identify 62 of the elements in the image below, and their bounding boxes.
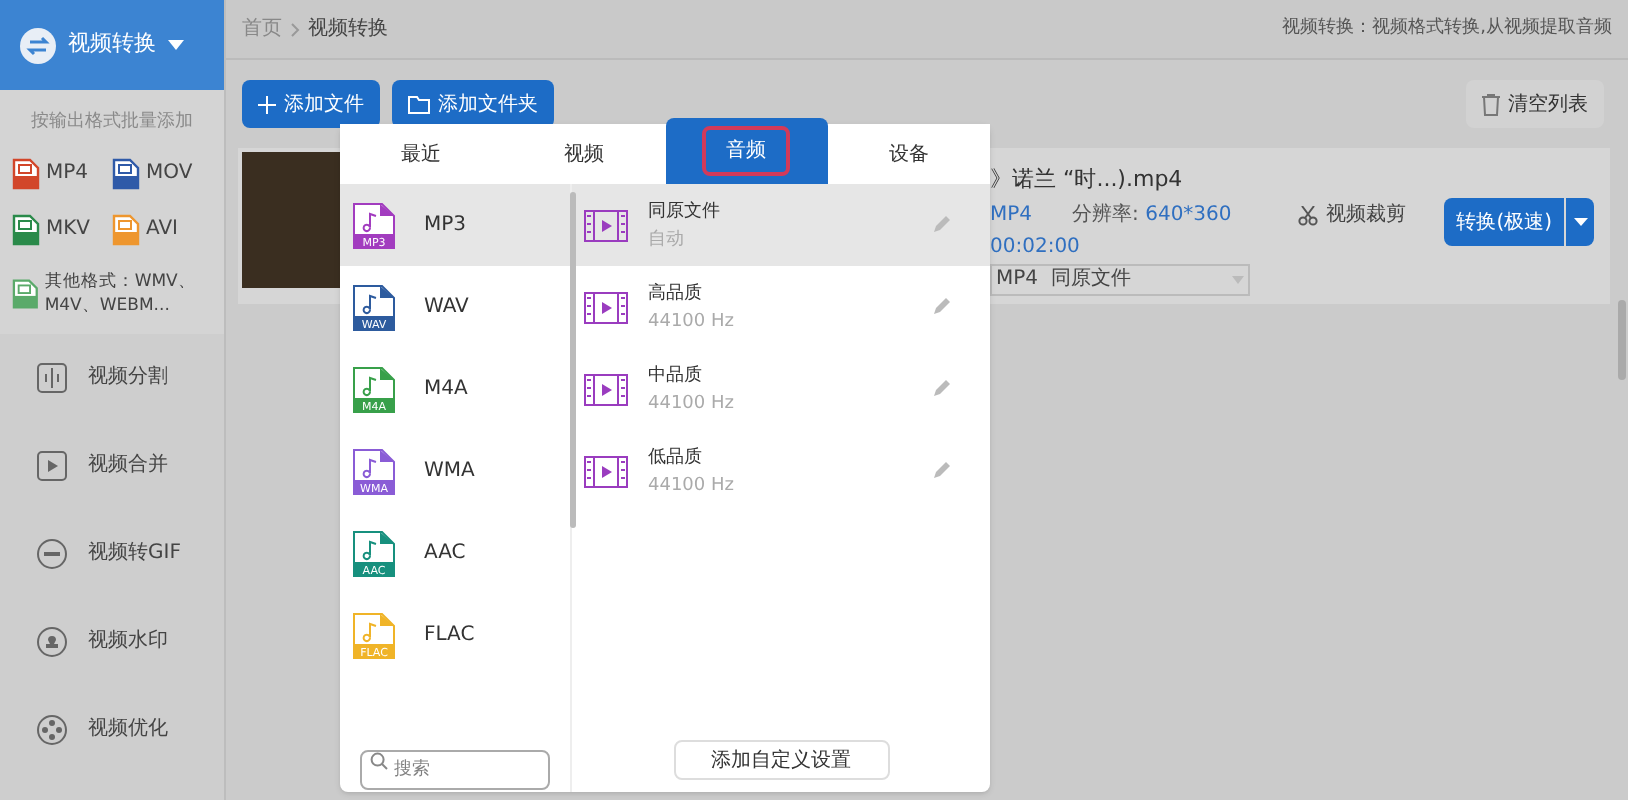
stamp-icon (36, 625, 68, 657)
scissors-icon (1298, 205, 1318, 225)
reel-icon (36, 713, 68, 745)
play-icon (36, 449, 68, 481)
format-tab[interactable]: 最近 (340, 124, 503, 184)
sidebar-item[interactable]: 视频分割 (0, 333, 224, 421)
preset-title: 同原文件 (648, 199, 722, 225)
preset-detail: 44100 Hz (648, 391, 736, 417)
format-value: MP4 (990, 201, 1033, 229)
convert-button[interactable]: 转换(极速) (1444, 198, 1564, 246)
format-shortcut[interactable]: 其他格式：WMV、M4V、WEBM... (12, 269, 212, 317)
search-field[interactable]: 搜索 (360, 750, 550, 790)
resolution-text: 分辨率: 640*360 (1072, 201, 1232, 229)
format-shortcut[interactable]: AVI (112, 213, 212, 245)
format-tab[interactable]: 音频 (665, 118, 828, 184)
film-icon (584, 291, 628, 323)
preset-detail: 44100 Hz (648, 309, 736, 335)
split-icon (36, 361, 68, 393)
format-shortcut[interactable]: MKV (12, 213, 112, 245)
sidebar-item[interactable]: 视频水印 (0, 597, 224, 685)
add-folder-button[interactable]: 添加文件夹 (392, 80, 554, 128)
pencil-icon[interactable] (932, 380, 950, 398)
trim-button[interactable]: 视频裁剪 (1298, 200, 1406, 230)
preset-detail: 44100 Hz (648, 473, 736, 499)
clear-list-button[interactable]: 清空列表 (1466, 80, 1604, 128)
description-text: 视频转换：视频格式转换,从视频提取音频 (1282, 15, 1612, 42)
film-icon (584, 455, 628, 487)
caret-icon (1573, 218, 1587, 226)
dropdown-button[interactable] (1566, 198, 1594, 246)
sidebar-item[interactable]: 视频合并 (0, 421, 224, 509)
preset-title: 中品质 (648, 363, 704, 389)
sidebar-title: 视频转换 (68, 28, 156, 61)
preset-item[interactable]: 同原文件 自动 (572, 184, 990, 266)
search-icon (370, 752, 388, 770)
film-icon (584, 373, 628, 405)
output-dropdown[interactable]: MP4 同原文件 (990, 263, 1250, 295)
swap-icon (20, 27, 56, 63)
hint-text: 按输出格式批量添加 (29, 109, 195, 136)
sidebar-item[interactable]: 视频转GIF (0, 509, 224, 597)
format-shortcut[interactable]: MP4 (12, 157, 112, 189)
preset-title: 高品质 (648, 281, 704, 307)
duration-value: 00:02:00 (990, 233, 1082, 261)
preset-detail: 自动 (648, 227, 686, 253)
pencil-icon[interactable] (932, 462, 950, 480)
plus-icon (258, 95, 276, 113)
scrollbar-thumb (1618, 300, 1626, 380)
sidebar-item[interactable]: 视频优化 (0, 685, 224, 773)
film-icon (584, 209, 628, 241)
caret-icon (168, 40, 184, 50)
breadcrumb-link[interactable]: 视频转换 (308, 14, 388, 44)
add-file-button[interactable]: 添加文件 (242, 80, 380, 128)
format-shortcut[interactable]: MOV (112, 157, 212, 189)
preset-title: 低品质 (648, 445, 704, 471)
file-name: 》诺兰 “时...).mp4 (990, 164, 1185, 196)
chevron-icon (290, 21, 300, 37)
pencil-icon[interactable] (932, 298, 950, 316)
format-tab[interactable]: 设备 (827, 124, 990, 184)
sidebar-header[interactable]: 视频转换 (0, 0, 224, 90)
custom-settings-button[interactable]: 添加自定义设置 (673, 740, 889, 780)
trash-icon (1482, 93, 1500, 115)
pencil-icon[interactable] (932, 216, 950, 234)
folder-icon (408, 95, 430, 113)
